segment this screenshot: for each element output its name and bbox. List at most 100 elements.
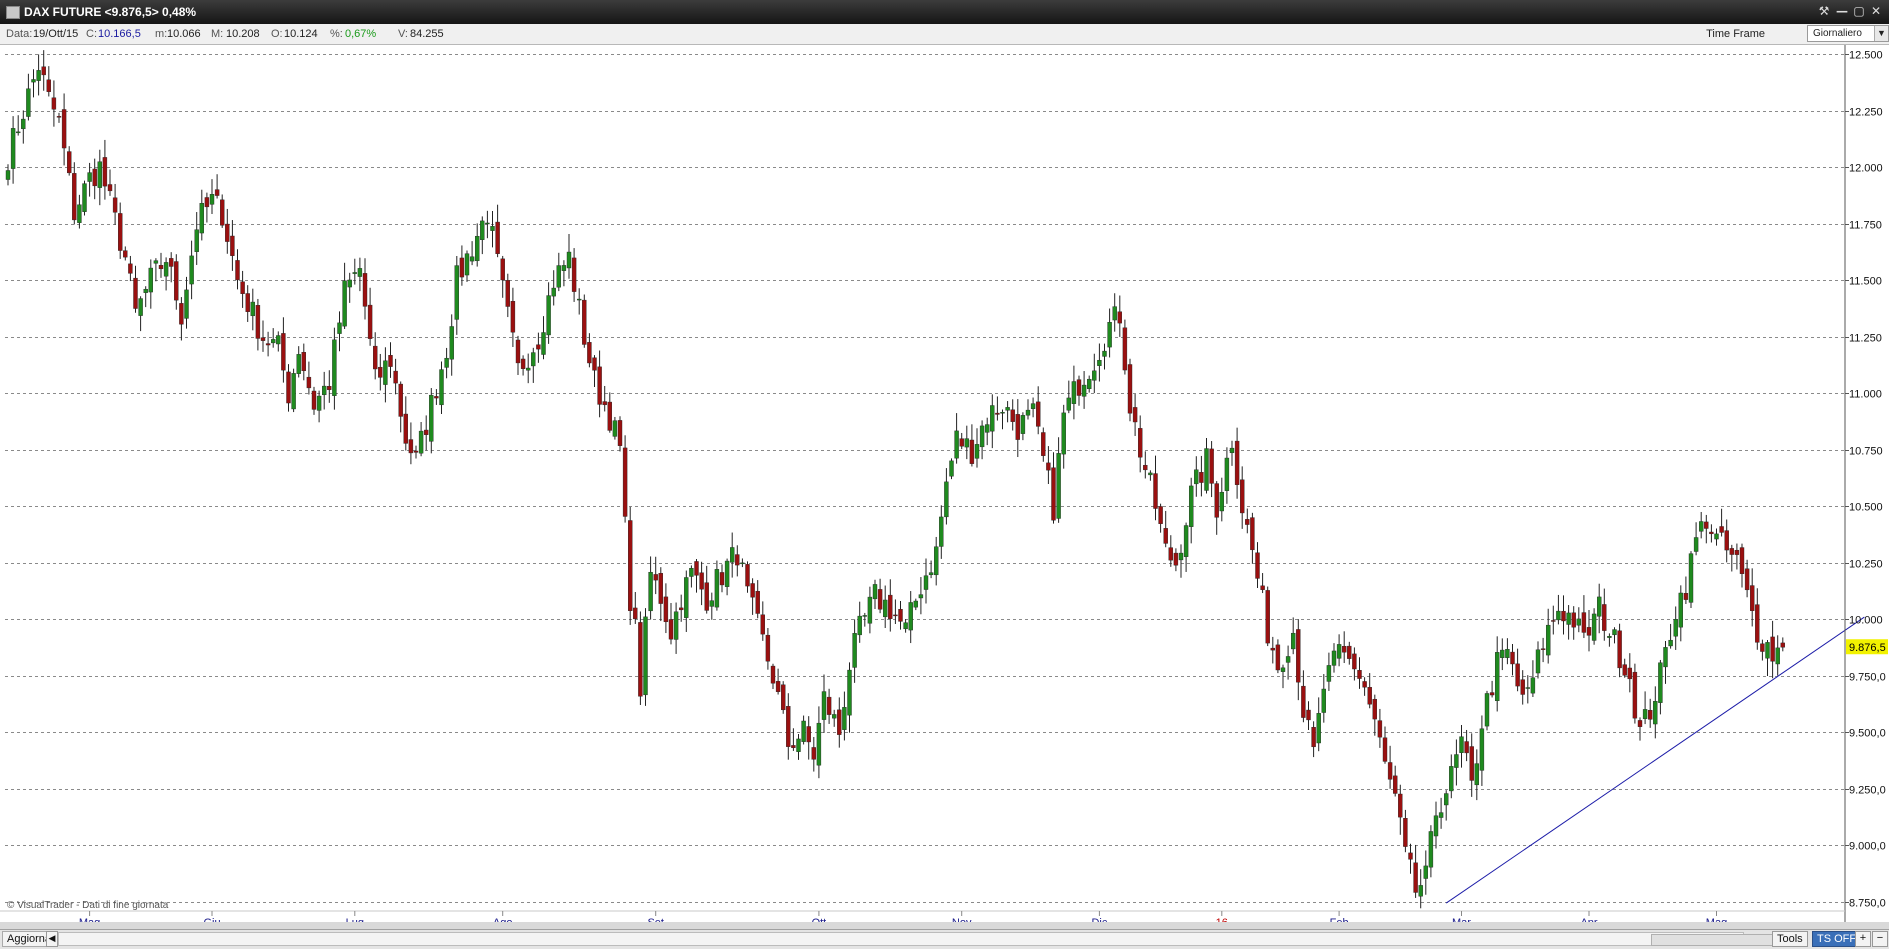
candle-body (1714, 533, 1719, 540)
candle-body (1433, 815, 1439, 837)
candle-body (1678, 592, 1684, 628)
y-tick-label: 11.250 (1849, 333, 1882, 345)
candle-body (1469, 746, 1474, 781)
bottom-toolbar: Aggiorna ◀ Tools TS OFF + − (0, 929, 1889, 949)
tools-icon[interactable]: ⚒ (1816, 3, 1832, 20)
candle-body (842, 707, 847, 730)
candle-body (347, 279, 352, 288)
candle-body (877, 589, 883, 610)
candle-body (607, 401, 612, 431)
candle-body (1454, 754, 1459, 768)
candle-body (235, 260, 240, 281)
candle-body (429, 394, 434, 442)
candle-body (1112, 306, 1117, 321)
minimize-button[interactable]: — (1834, 3, 1850, 20)
candle-body (1132, 407, 1138, 423)
scroll-left-icon[interactable]: ◀ (46, 931, 58, 947)
x-tick-label: Mar (1452, 917, 1471, 922)
candle-body (1673, 619, 1678, 637)
candle-body (1306, 709, 1311, 721)
candle-body (643, 616, 648, 696)
candle-body (87, 172, 92, 182)
candle-body (979, 425, 985, 448)
candle-body (1163, 528, 1168, 544)
app-icon (6, 6, 20, 19)
candle-body (867, 596, 873, 624)
candle-body (990, 405, 995, 432)
candle-body (602, 401, 607, 406)
candle-body (1143, 464, 1148, 471)
candle-body (536, 344, 541, 350)
time-scrollbar[interactable] (58, 932, 1784, 946)
candle-body (791, 745, 796, 748)
scrollbar-thumb[interactable] (1651, 934, 1784, 946)
candle-body (1280, 667, 1286, 672)
candle-body (184, 289, 189, 319)
open-label: O: (271, 28, 283, 40)
candle-body (490, 226, 495, 231)
candle-body (464, 253, 470, 276)
last-price-label: 9.876,5 (1849, 642, 1886, 654)
candle-body (36, 70, 41, 81)
candle-body (1102, 350, 1107, 357)
y-tick-label: 12.250 (1849, 107, 1883, 119)
timeframe-select[interactable]: Giornaliero ▼ (1807, 25, 1889, 42)
candle-body (556, 265, 561, 288)
candle-body (128, 263, 133, 274)
candle-body (658, 573, 663, 604)
candle-body (1688, 553, 1694, 603)
y-tick-label: 11.500 (1849, 276, 1882, 288)
candle-body (352, 272, 357, 274)
chevron-down-icon[interactable]: ▼ (1874, 26, 1888, 41)
candle-body (1551, 620, 1556, 622)
candle-body (566, 251, 572, 269)
candle-body (1683, 593, 1689, 600)
candle-body (46, 79, 51, 92)
candle-body (888, 594, 893, 619)
candle-body (883, 599, 888, 618)
ts-toggle-button[interactable]: TS OFF (1812, 931, 1862, 947)
title-bar: DAX FUTURE <9.876,5> 0,48% ⚒ — ▢ ✕ (0, 0, 1889, 24)
close-button[interactable]: ✕ (1868, 3, 1884, 20)
candle-body (1183, 525, 1189, 557)
candle-body (1607, 636, 1612, 638)
candle-body (301, 352, 306, 372)
candle-body (260, 337, 266, 341)
candle-body (31, 79, 36, 83)
price-chart[interactable]: 12.500 12.250 12.000 11.750 11.500 11.250 11.0… (0, 45, 1889, 922)
candle-body (1107, 322, 1112, 348)
candle-body (424, 429, 429, 435)
x-tick-label: Mag (1706, 917, 1727, 922)
y-tick-label: 12.500 (1849, 50, 1883, 62)
candle-body (775, 681, 781, 692)
zoom-out-button[interactable]: − (1872, 931, 1888, 947)
candle-body (1459, 736, 1464, 753)
candle-body (755, 590, 760, 614)
candle-body (1627, 667, 1633, 680)
candle-body (168, 258, 174, 267)
candle-body (117, 213, 123, 251)
close-label: C: (86, 28, 97, 40)
candle-body (1704, 521, 1709, 529)
candle-body (1765, 642, 1770, 659)
candle-body (735, 554, 740, 566)
candle-body (1576, 618, 1582, 626)
y-tick-label: 10.500 (1849, 502, 1883, 514)
candle-body (628, 520, 633, 611)
candle-body (281, 333, 286, 371)
candle-body (367, 304, 373, 339)
candle-body (342, 280, 347, 327)
candle-body (934, 546, 939, 576)
candle-body (1500, 649, 1505, 658)
maximize-button[interactable]: ▢ (1851, 3, 1867, 20)
candle-body (1729, 548, 1735, 555)
candle-body (133, 277, 138, 309)
candle-body (1041, 432, 1046, 456)
candle-body (296, 354, 301, 374)
y-tick-label: 9.000,0 (1849, 841, 1886, 853)
tools-button[interactable]: Tools (1772, 931, 1808, 947)
candle-body (1658, 662, 1663, 703)
candle-body (1015, 414, 1020, 440)
zoom-in-button[interactable]: + (1855, 931, 1871, 947)
candle-body (77, 204, 82, 223)
